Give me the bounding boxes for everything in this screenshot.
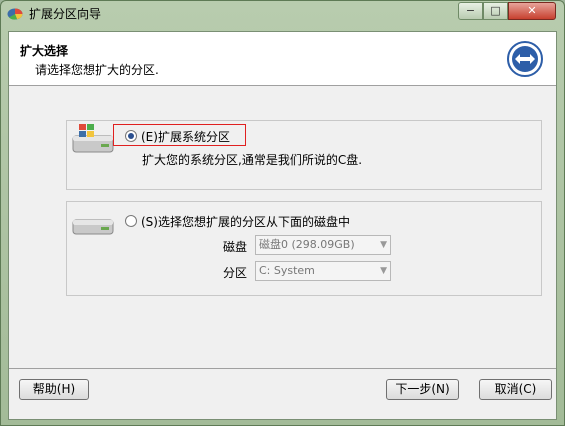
option-system-description: 扩大您的系统分区,通常是我们所说的C盘. <box>142 153 363 167</box>
chevron-down-icon: ▼ <box>380 240 387 250</box>
disk-select[interactable]: 磁盘0 (298.09GB) ▼ <box>255 235 391 255</box>
wizard-window: 扩展分区向导 − □ ✕ 扩大选择 请选择您想扩大的分区. (E)扩展系统分区 <box>0 0 565 426</box>
chevron-down-icon: ▼ <box>380 266 387 276</box>
option-system-label[interactable]: (E)扩展系统分区 <box>141 128 230 145</box>
window-title: 扩展分区向导 <box>29 7 102 21</box>
cancel-button[interactable]: 取消(C) <box>479 379 552 400</box>
extend-arrows-icon <box>507 41 543 77</box>
disk-select-value: 磁盘0 (298.09GB) <box>259 238 355 251</box>
option-system-radio[interactable] <box>125 130 137 142</box>
help-button[interactable]: 帮助(H) <box>19 379 89 400</box>
minimize-button[interactable]: − <box>458 2 483 20</box>
disk-label: 磁盘 <box>223 240 248 254</box>
disk-drive-icon <box>72 219 114 235</box>
option-custom-label[interactable]: (S)选择您想扩展的分区从下面的磁盘中 <box>141 213 350 230</box>
page-subtitle: 请选择您想扩大的分区. <box>35 63 159 77</box>
wizard-header: 扩大选择 请选择您想扩大的分区. <box>9 32 556 86</box>
option-custom-radio[interactable] <box>125 215 137 227</box>
partition-label: 分区 <box>223 266 248 280</box>
system-drive-icon <box>72 124 114 153</box>
next-button[interactable]: 下一步(N) <box>386 379 459 400</box>
wizard-body: 扩大选择 请选择您想扩大的分区. (E)扩展系统分区 扩大您的系统分区,通常是我… <box>8 31 557 420</box>
partition-select[interactable]: C: System ▼ <box>255 261 391 281</box>
title-bar[interactable]: 扩展分区向导 − □ ✕ <box>1 1 564 25</box>
app-icon <box>7 8 23 20</box>
close-button[interactable]: ✕ <box>508 2 556 20</box>
footer-divider <box>9 368 556 369</box>
maximize-button[interactable]: □ <box>483 2 508 20</box>
page-title: 扩大选择 <box>20 44 69 58</box>
partition-select-value: C: System <box>259 264 315 277</box>
